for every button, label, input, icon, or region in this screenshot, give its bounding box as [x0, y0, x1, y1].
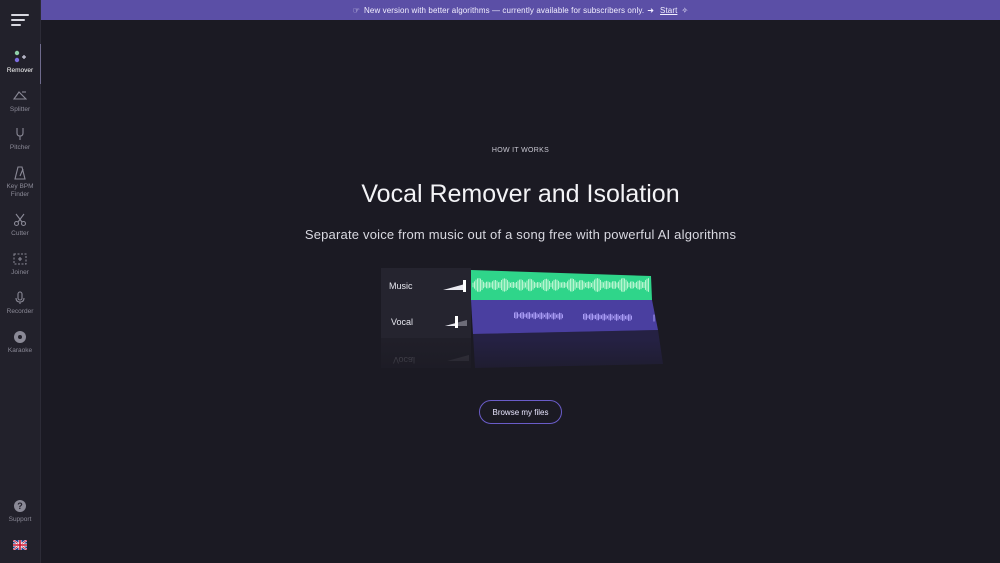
sidebar-item-label: Splitter — [9, 106, 31, 113]
microphone-icon — [15, 291, 25, 304]
sidebar-item-splitter[interactable]: Splitter — [0, 89, 40, 114]
arrow-icon: ➜ — [647, 5, 655, 15]
language-selector[interactable] — [0, 540, 40, 550]
sparkle-icon: ✧ — [681, 5, 689, 15]
sidebar-item-recorder[interactable]: Recorder — [0, 291, 40, 316]
main-content: HOW IT WORKS Vocal Remover and Isolation… — [41, 20, 1000, 563]
sidebar-item-label: Support — [8, 516, 32, 523]
sidebar-item-label: Recorder — [6, 308, 34, 315]
tuning-fork-icon — [16, 128, 24, 140]
karaoke-icon — [14, 331, 26, 343]
remover-icon — [14, 50, 26, 63]
how-it-works-label: HOW IT WORKS — [491, 147, 550, 154]
sidebar-item-cutter[interactable]: Cutter — [0, 213, 40, 238]
track-demo-illustration: Music Vocal Vocal — [381, 268, 671, 388]
announcement-banner: ☞ New version with better algorithms — c… — [41, 0, 1000, 20]
banner-start-link[interactable]: Start — [660, 6, 677, 15]
sidebar-item-remover[interactable]: Remover — [0, 44, 41, 84]
splitter-icon — [13, 91, 27, 100]
svg-text:?: ? — [17, 501, 23, 511]
sidebar-item-key-bpm[interactable]: Key BPM Finder — [0, 166, 40, 199]
scissors-icon — [13, 213, 27, 227]
sidebar-item-support[interactable]: ? Support — [0, 499, 40, 524]
joiner-icon — [13, 253, 27, 265]
sidebar: Remover Splitter Pitcher Key BPM Finder … — [0, 0, 41, 563]
menu-icon[interactable] — [11, 13, 29, 27]
page-subtitle: Separate voice from music out of a song … — [304, 227, 737, 242]
sidebar-item-label: Remover — [6, 67, 34, 74]
vocal-track-label: Vocal — [391, 317, 413, 327]
browse-files-button[interactable]: Browse my files — [479, 400, 562, 424]
music-track-label: Music — [389, 281, 413, 291]
sidebar-item-label: Pitcher — [9, 144, 31, 151]
banner-text: New version with better algorithms — cur… — [364, 5, 645, 15]
sidebar-item-karaoke[interactable]: Karaoke — [0, 330, 40, 355]
hand-pointing-icon: ☞ — [352, 5, 361, 15]
sidebar-item-joiner[interactable]: Joiner — [0, 252, 40, 277]
sidebar-item-label: Cutter — [11, 230, 29, 237]
page-title: Vocal Remover and Isolation — [361, 180, 680, 208]
sidebar-item-label: Karaoke — [7, 347, 33, 354]
sidebar-item-label: Joiner — [11, 269, 29, 276]
help-icon: ? — [14, 500, 26, 512]
uk-flag-icon — [13, 540, 27, 550]
metronome-icon — [14, 166, 26, 180]
sidebar-item-pitcher[interactable]: Pitcher — [0, 127, 40, 152]
sidebar-item-label: Key BPM Finder — [6, 183, 34, 198]
